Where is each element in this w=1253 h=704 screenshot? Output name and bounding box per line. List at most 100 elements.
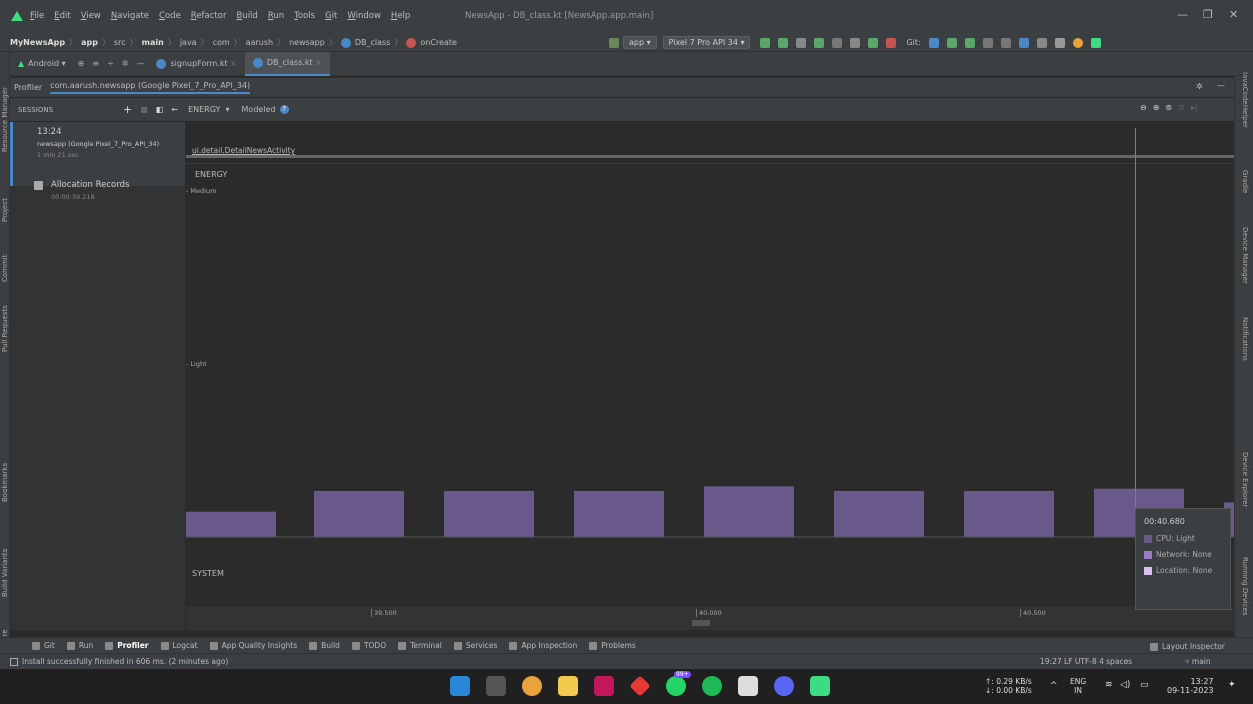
tool-run[interactable]: Run: [66, 641, 93, 650]
debug-icon[interactable]: [814, 37, 825, 48]
menu-file[interactable]: File: [30, 11, 44, 21]
tool-notifications[interactable]: Notifications: [1241, 317, 1249, 361]
apply-code-changes-icon[interactable]: [778, 37, 789, 48]
stop-icon[interactable]: [886, 37, 897, 48]
search-icon[interactable]: [1054, 37, 1065, 48]
updates-icon[interactable]: [1072, 37, 1083, 48]
menu-window[interactable]: Window: [347, 11, 381, 21]
notification-center-icon[interactable]: ✦: [1228, 680, 1236, 690]
settings-gear-icon[interactable]: ✲: [122, 59, 129, 68]
tool-git[interactable]: Git: [32, 641, 55, 650]
profile-icon[interactable]: [850, 37, 861, 48]
pocket-icon[interactable]: [594, 676, 614, 696]
spotify-icon[interactable]: [702, 676, 722, 696]
breadcrumb-src[interactable]: src: [114, 38, 126, 47]
notion-icon[interactable]: [738, 676, 758, 696]
tab-close-icon[interactable]: ×: [315, 58, 322, 67]
tool-project[interactable]: Project: [1, 198, 9, 222]
tool-build-variants[interactable]: Build Variants: [1, 549, 9, 597]
tool-commit[interactable]: Commit: [1, 255, 9, 283]
menu-view[interactable]: View: [81, 11, 101, 21]
git-update-icon[interactable]: [928, 37, 939, 48]
allocation-record-item[interactable]: Allocation Records 00:00:39.218: [34, 180, 129, 201]
tool-profiler[interactable]: Profiler: [105, 641, 149, 650]
device-dropdown[interactable]: Pixel 7 Pro API 34 ▾: [662, 36, 751, 49]
breadcrumb-java[interactable]: java: [180, 38, 197, 47]
device-mirror-icon[interactable]: [1036, 37, 1047, 48]
energy-view-dropdown[interactable]: ENERGY ▾: [188, 105, 229, 114]
hide-panel-icon[interactable]: —: [1217, 81, 1225, 90]
discord-icon[interactable]: [774, 676, 794, 696]
project-view-dropdown[interactable]: ▲ Android ▾: [10, 52, 74, 76]
menu-code[interactable]: Code: [159, 11, 181, 21]
chrome-icon[interactable]: [522, 676, 542, 696]
menu-edit[interactable]: Edit: [54, 11, 70, 21]
tool-pull-requests[interactable]: Pull Requests: [1, 305, 9, 352]
zoom-out-icon[interactable]: ⊖: [1140, 103, 1147, 112]
close-button[interactable]: ✕: [1229, 8, 1238, 21]
git-commit-icon[interactable]: [946, 37, 957, 48]
breadcrumb-aarush[interactable]: aarush: [246, 38, 273, 47]
tool-app-inspection[interactable]: App Inspection: [509, 641, 577, 650]
minimize-button[interactable]: —: [1177, 8, 1188, 21]
tool-logcat[interactable]: Logcat: [160, 641, 198, 650]
tool-resource-manager[interactable]: Resource Manager: [1, 87, 9, 152]
gemini-icon[interactable]: [1090, 37, 1101, 48]
tool-device-manager[interactable]: Device Manager: [1241, 227, 1249, 284]
tab-close-icon[interactable]: ×: [230, 59, 237, 68]
git-branch[interactable]: ⑂ main: [1185, 657, 1211, 666]
menu-help[interactable]: Help: [391, 11, 410, 21]
windows-start-icon[interactable]: [450, 676, 470, 696]
breadcrumb-project[interactable]: MyNewsApp: [10, 38, 65, 47]
run-config-dropdown[interactable]: app ▾: [623, 36, 657, 49]
back-arrow-icon[interactable]: ←: [171, 105, 178, 114]
tool-services[interactable]: Services: [453, 641, 497, 650]
git-push-icon[interactable]: [964, 37, 975, 48]
breadcrumb-newsapp[interactable]: newsapp: [289, 38, 325, 47]
run-icon[interactable]: [796, 37, 807, 48]
tool-todo[interactable]: TODO: [351, 641, 386, 650]
help-icon[interactable]: ?: [279, 105, 289, 114]
collapse-sessions-icon[interactable]: ◧: [156, 105, 164, 114]
wifi-icon[interactable]: ≋: [1105, 680, 1113, 690]
menu-run[interactable]: Run: [268, 11, 284, 21]
scroll-thumb[interactable]: [692, 620, 710, 626]
tool-device-explorer[interactable]: Device Explorer: [1241, 452, 1249, 507]
history-icon[interactable]: [982, 37, 993, 48]
diamond-app-icon[interactable]: [629, 675, 651, 697]
zoom-selection-icon[interactable]: ⊙: [1178, 103, 1185, 112]
menu-git[interactable]: Git: [325, 11, 337, 21]
menu-navigate[interactable]: Navigate: [111, 11, 149, 21]
target-icon[interactable]: ⊕: [78, 59, 85, 68]
tool-build[interactable]: Build: [309, 641, 340, 650]
expand-all-icon[interactable]: ÷: [107, 59, 114, 68]
hide-icon[interactable]: —: [136, 59, 144, 68]
reset-zoom-icon[interactable]: ⊚: [1165, 103, 1172, 112]
volume-icon[interactable]: ◁): [1120, 680, 1130, 690]
restore-button[interactable]: ❐: [1203, 8, 1213, 21]
tool-terminal[interactable]: Terminal: [398, 641, 442, 650]
apply-changes-icon[interactable]: [760, 37, 771, 48]
attach-debugger-icon[interactable]: [868, 37, 879, 48]
menu-tools[interactable]: Tools: [294, 11, 315, 21]
energy-timeline[interactable]: ui.detail.DetailNewsActivity ENERGY - Me…: [186, 122, 1234, 630]
settings-gear-icon[interactable]: ✲: [1196, 82, 1203, 91]
status-message[interactable]: Install successfully finished in 606 ms.…: [22, 657, 228, 666]
android-studio-taskbar-icon[interactable]: [810, 676, 830, 696]
tool-running-devices[interactable]: Running Devices: [1241, 557, 1249, 616]
clock[interactable]: 13:27 09-11-2023: [1167, 677, 1214, 695]
breadcrumb-main[interactable]: main: [142, 38, 164, 47]
hammer-icon[interactable]: [609, 37, 619, 48]
rollback-icon[interactable]: [1000, 37, 1011, 48]
tool-javacodehelper[interactable]: JavaCodeHelper: [1241, 72, 1249, 128]
menu-refactor[interactable]: Refactor: [191, 11, 227, 21]
coverage-icon[interactable]: [832, 37, 843, 48]
task-view-icon[interactable]: [486, 676, 506, 696]
tool-gradle[interactable]: Gradle: [1241, 170, 1249, 193]
file-explorer-icon[interactable]: [558, 676, 578, 696]
session-item[interactable]: 13:24 newsapp (Google Pixel_7_Pro_API_34…: [10, 122, 185, 186]
breadcrumb-com[interactable]: com: [213, 38, 230, 47]
tool-problems[interactable]: Problems: [589, 641, 636, 650]
menu-build[interactable]: Build: [236, 11, 257, 21]
zoom-in-icon[interactable]: ⊕: [1153, 103, 1160, 112]
